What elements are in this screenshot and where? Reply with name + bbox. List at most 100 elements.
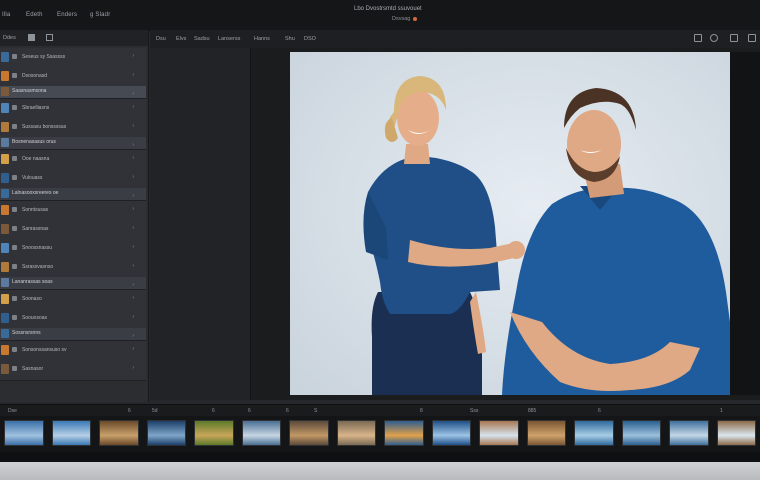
sidebar-item[interactable]: Seseus sy Ssassss ›	[0, 48, 146, 69]
filmstrip-thumbnail[interactable]	[146, 420, 186, 446]
sidebar-item[interactable]: Vulouass ›	[0, 169, 146, 190]
chevron-right-icon[interactable]: ›	[132, 282, 134, 288]
sidebar-item[interactable]: Soonaso ›	[0, 290, 146, 311]
sidebar-thumbnail	[1, 122, 9, 132]
editor-toolbar: Dsu Elvs Sadsu Lanserss Hanns Shu DSO	[150, 30, 760, 49]
sidebar-item[interactable]: Ooe naasna ›	[0, 150, 146, 171]
filmstrip-thumbnail[interactable]	[241, 420, 281, 446]
chevron-right-icon[interactable]: ›	[132, 295, 134, 301]
chevron-right-icon[interactable]: ›	[132, 365, 134, 371]
window-icon[interactable]	[748, 34, 756, 42]
app-window: Illa Edeth Enders g Sladr Lbo Dvostrsmtd…	[0, 0, 760, 462]
sidebar-item-label: Soonaso	[22, 296, 42, 302]
filmstrip-thumbnail[interactable]	[716, 420, 756, 446]
library-sidebar: Ddes Seseus sy Ssassss › Dsosonasd › Saasnas…	[0, 30, 149, 402]
sidebar-item-label: Soouosoas	[22, 315, 48, 321]
menu-item-file[interactable]: Illa	[2, 12, 10, 18]
sidebar-item-label: Sussasu bonssssas	[22, 124, 67, 130]
sidebar-group-header[interactable]: Lalnasooxsreeres oe ›	[0, 188, 146, 201]
sidebar-item-label: Snoossnassu	[22, 245, 53, 251]
sidebar-item[interactable]: Soouosoas ›	[0, 309, 146, 330]
toolbar-button-2[interactable]: Elvs	[176, 36, 186, 42]
sidebar-item[interactable]: Sussasu bonssssas ›	[0, 118, 146, 139]
export-icon[interactable]	[730, 34, 738, 42]
toolbar-button-1[interactable]: Dsu	[156, 36, 166, 42]
chevron-right-icon[interactable]: ›	[132, 244, 134, 250]
sidebar-group-header[interactable]: Saasnasmsona ›	[0, 86, 146, 99]
chevron-right-icon[interactable]: ›	[132, 91, 134, 97]
crop-icon[interactable]	[694, 34, 702, 42]
chevron-right-icon[interactable]: ›	[132, 72, 134, 78]
sidebar-item[interactable]: Sasnasor ›	[0, 360, 146, 381]
filmstrip-thumbnail[interactable]	[621, 420, 661, 446]
sidebar-item[interactable]: Sbraelliasns ›	[0, 99, 146, 120]
status-strip	[0, 452, 760, 462]
filmstrip-thumbnail[interactable]	[384, 420, 424, 446]
filmstrip-thumbnail[interactable]	[194, 420, 234, 446]
layer-icon	[12, 124, 17, 129]
sidebar-group-header[interactable]: Sossnsrsnns ›	[0, 328, 146, 341]
filmstrip-thumbnail[interactable]	[4, 420, 44, 446]
sidebar-item[interactable]: Sonsonssansuso sv ›	[0, 341, 146, 362]
sidebar-item[interactable]: Ssrassvasnso ›	[0, 258, 146, 279]
sidebar-thumbnail	[1, 278, 9, 287]
layer-icon	[12, 347, 17, 352]
filmstrip-thumbnail[interactable]	[99, 420, 139, 446]
chevron-right-icon[interactable]: ›	[132, 225, 134, 231]
chevron-right-icon[interactable]: ›	[132, 155, 134, 161]
sidebar-item-label: Sanrassnas	[22, 226, 49, 232]
layer-icon	[12, 207, 17, 212]
filmstrip-thumbnail[interactable]	[669, 420, 709, 446]
menu-item-render[interactable]: Enders	[57, 12, 77, 18]
canvas-area	[150, 48, 760, 400]
filmstrip-thumbnail[interactable]	[479, 420, 519, 446]
sidebar-thumbnail	[1, 71, 9, 81]
list-icon[interactable]	[46, 34, 53, 41]
toolbar-button-3[interactable]: Sadsu	[194, 36, 210, 42]
layer-icon	[12, 296, 17, 301]
sidebar-header-label: Ddes	[3, 35, 16, 41]
filmstrip-thumbnail[interactable]	[431, 420, 471, 446]
filmstrip-thumbnail[interactable]	[336, 420, 376, 446]
sidebar-item-label: Sbraelliasns	[22, 105, 50, 111]
chevron-right-icon[interactable]: ›	[132, 142, 134, 148]
filmstrip-thumbnail[interactable]	[289, 420, 329, 446]
adjust-icon[interactable]	[710, 34, 718, 42]
chevron-right-icon[interactable]: ›	[132, 104, 134, 110]
chevron-right-icon[interactable]: ›	[132, 263, 134, 269]
chevron-right-icon[interactable]: ›	[132, 123, 134, 129]
sidebar-item[interactable]: Dsosonasd ›	[0, 67, 146, 88]
sidebar-thumbnail	[1, 138, 9, 147]
toolbar-button-7[interactable]: DSO	[304, 36, 316, 42]
filmstrip-thumbnail[interactable]	[526, 420, 566, 446]
toolbar-button-4[interactable]: Lanserss	[218, 36, 240, 42]
filmstrip-thumbnail[interactable]	[574, 420, 614, 446]
sidebar-item-label: Vulouass	[22, 175, 43, 181]
sidebar-group-header[interactable]: Lananrassas soas ›	[0, 277, 146, 290]
sidebar-item-label: Sonsonssansuso sv	[22, 347, 67, 353]
sidebar-thumbnail	[1, 294, 9, 304]
chevron-right-icon[interactable]: ›	[132, 206, 134, 212]
chevron-right-icon[interactable]: ›	[132, 333, 134, 339]
toolbar-button-6[interactable]: Shu	[285, 36, 295, 42]
sidebar-item[interactable]: Sonntsusas ›	[0, 201, 146, 222]
menu-item-slider[interactable]: g Sladr	[90, 12, 110, 18]
toolbar-button-5[interactable]: Hanns	[254, 36, 270, 42]
main-photo[interactable]	[290, 52, 730, 395]
chevron-right-icon[interactable]: ›	[132, 53, 134, 59]
filmstrip-thumbnail[interactable]	[51, 420, 91, 446]
sidebar-item-label: Bosnenasasus orus	[12, 139, 56, 145]
chevron-right-icon[interactable]: ›	[132, 346, 134, 352]
grid-icon[interactable]	[28, 34, 35, 41]
menu-item-edit[interactable]: Edeth	[26, 12, 43, 18]
chevron-right-icon[interactable]: ›	[132, 193, 134, 199]
sidebar-thumbnail	[1, 313, 9, 323]
sidebar-item[interactable]: Sanrassnas ›	[0, 220, 146, 241]
chevron-right-icon[interactable]: ›	[132, 174, 134, 180]
sidebar-group-header[interactable]: Bosnenasasus orus ›	[0, 137, 146, 150]
sidebar-item-label: Sossnsrsnns	[12, 330, 41, 336]
sidebar-item[interactable]: Snoossnassu ›	[0, 239, 146, 260]
chevron-right-icon[interactable]: ›	[132, 314, 134, 320]
sidebar-item-label: Sasnasor	[22, 366, 44, 372]
sidebar-thumbnail	[1, 87, 9, 96]
